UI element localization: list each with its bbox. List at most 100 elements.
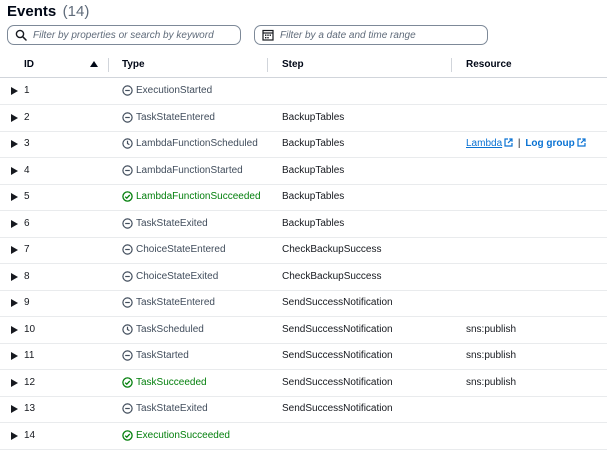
resource-cell: sns:publish (466, 323, 517, 335)
minus-circle-icon (122, 297, 133, 308)
step-cell: BackupTables (282, 164, 345, 176)
expand-caret-icon[interactable] (11, 246, 18, 254)
minus-circle-icon (122, 403, 133, 414)
id-cell: 12 (24, 376, 36, 388)
table-row[interactable]: 5 LambdaFunctionSucceeded BackupTables (0, 184, 607, 211)
minus-circle-icon (122, 270, 133, 282)
table-row[interactable]: 6 TaskStateExited BackupTables (0, 211, 607, 238)
check-circle-icon (122, 429, 133, 441)
type-cell: ChoiceStateExited (136, 270, 219, 282)
column-resizer[interactable] (108, 58, 109, 72)
expand-caret-icon[interactable] (11, 431, 18, 440)
events-header: Events (14) (7, 3, 89, 23)
expand-caret-icon[interactable] (11, 272, 18, 281)
sort-ascending-icon[interactable] (90, 61, 98, 67)
id-cell: 13 (24, 403, 36, 414)
property-filter[interactable] (7, 25, 241, 45)
id-cell: 3 (24, 138, 30, 149)
type-cell: TaskStateExited (136, 217, 208, 229)
table-row[interactable]: 8 ChoiceStateExited CheckBackupSuccess (0, 264, 607, 291)
type-cell: LambdaFunctionSucceeded (136, 191, 261, 202)
resource-cell: sns:publish (466, 376, 517, 388)
id-cell: 4 (24, 164, 30, 176)
expand-caret-icon[interactable] (11, 166, 18, 175)
date-range-input[interactable] (274, 29, 480, 41)
id-cell: 2 (24, 111, 30, 123)
table-row[interactable]: 2 TaskStateEntered BackupTables (0, 105, 607, 132)
expand-caret-icon[interactable] (11, 140, 18, 148)
table-row[interactable]: 10 TaskScheduled SendSuccessNotification sn… (0, 317, 607, 344)
clock-icon (122, 138, 133, 149)
check-circle-icon (122, 376, 133, 388)
search-input[interactable] (27, 29, 233, 41)
table-row[interactable]: 14 ExecutionSucceeded (0, 423, 607, 450)
type-cell: TaskStateExited (136, 403, 208, 414)
step-cell: BackupTables (282, 217, 345, 229)
expand-caret-icon[interactable] (11, 352, 18, 360)
id-cell: 10 (24, 323, 36, 335)
step-cell: SendSuccessNotification (282, 403, 393, 414)
table-row[interactable]: 9 TaskStateEntered SendSuccessNotification (0, 290, 607, 317)
column-resizer[interactable] (451, 58, 452, 72)
step-cell: BackupTables (282, 111, 345, 123)
type-cell: LambdaFunctionScheduled (136, 138, 258, 149)
expand-caret-icon[interactable] (11, 219, 18, 228)
page-title: Events (7, 3, 57, 20)
id-cell: 9 (24, 297, 30, 308)
step-cell: SendSuccessNotification (282, 350, 393, 361)
minus-circle-icon (122, 85, 133, 96)
table-row[interactable]: 12 TaskSucceeded SendSuccessNotification sn… (0, 370, 607, 397)
minus-circle-icon (122, 164, 133, 176)
column-resizer[interactable] (267, 58, 268, 72)
expand-caret-icon[interactable] (11, 193, 18, 201)
step-cell: BackupTables (282, 191, 345, 202)
table-row[interactable]: 4 LambdaFunctionStarted BackupTables (0, 158, 607, 185)
resource-links: Lambda | Log group (466, 138, 586, 149)
type-cell: LambdaFunctionStarted (136, 164, 243, 176)
type-cell: ExecutionStarted (136, 85, 213, 96)
step-cell: CheckBackupSuccess (282, 270, 382, 282)
type-cell: TaskStateEntered (136, 297, 215, 308)
type-cell: TaskScheduled (136, 323, 204, 335)
step-cell: CheckBackupSuccess (282, 244, 382, 255)
id-cell: 8 (24, 270, 30, 282)
expand-caret-icon[interactable] (11, 405, 18, 413)
table-row[interactable]: 11 TaskStarted SendSuccessNotification sns:… (0, 343, 607, 370)
column-header-id[interactable]: ID (24, 59, 34, 70)
id-cell: 6 (24, 217, 30, 229)
date-range-filter[interactable] (254, 25, 488, 45)
column-header-step[interactable]: Step (282, 59, 304, 70)
minus-circle-icon (122, 217, 133, 229)
external-link-icon (504, 138, 513, 147)
type-cell: TaskStarted (136, 350, 189, 361)
type-cell: ChoiceStateEntered (136, 244, 226, 255)
table-row[interactable]: 13 TaskStateExited SendSuccessNotification (0, 396, 607, 423)
calendar-icon (262, 29, 274, 41)
expand-caret-icon[interactable] (11, 299, 18, 307)
resource-cell: sns:publish (466, 350, 517, 361)
table-header: ID Type Step Resource (0, 55, 607, 78)
events-count: (14) (62, 3, 90, 20)
log-group-link[interactable]: Log group (525, 138, 574, 149)
expand-caret-icon[interactable] (11, 113, 18, 122)
expand-caret-icon[interactable] (11, 87, 18, 95)
type-cell: ExecutionSucceeded (136, 429, 230, 441)
minus-circle-icon (122, 244, 133, 255)
expand-caret-icon[interactable] (11, 325, 18, 334)
link-separator: | (517, 138, 521, 149)
expand-caret-icon[interactable] (11, 378, 18, 387)
type-cell: TaskStateEntered (136, 111, 215, 123)
table-row[interactable]: 1 ExecutionStarted (0, 78, 607, 105)
lambda-link[interactable]: Lambda (466, 138, 502, 149)
step-cell: SendSuccessNotification (282, 376, 393, 388)
id-cell: 1 (24, 85, 30, 96)
id-cell: 14 (24, 429, 36, 441)
column-header-type[interactable]: Type (122, 59, 145, 70)
step-cell: BackupTables (282, 138, 345, 149)
table-row[interactable]: 7 ChoiceStateEntered CheckBackupSuccess (0, 237, 607, 264)
step-cell: SendSuccessNotification (282, 323, 393, 335)
column-header-resource[interactable]: Resource (466, 59, 512, 70)
table-row[interactable]: 3 LambdaFunctionScheduled BackupTables Lamb… (0, 131, 607, 158)
minus-circle-icon (122, 111, 133, 123)
id-cell: 7 (24, 244, 30, 255)
